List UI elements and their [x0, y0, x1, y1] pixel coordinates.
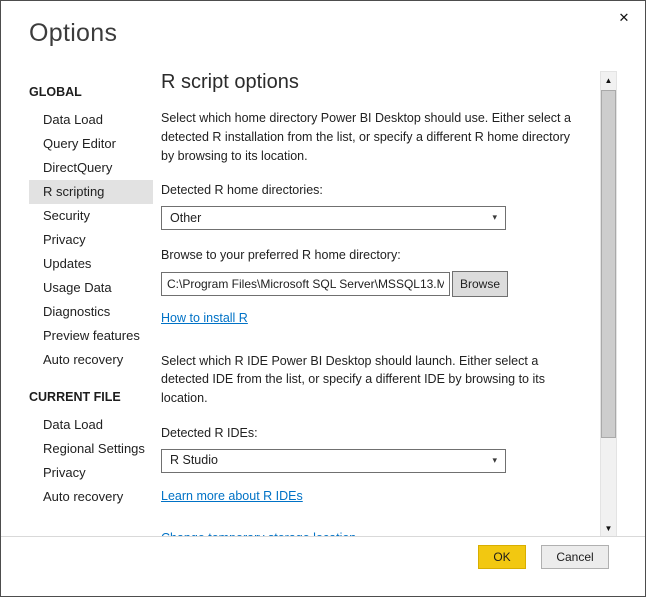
panel-heading: R script options [161, 67, 597, 97]
sidebar-section-current-file: CURRENT FILE [29, 390, 153, 404]
r-ide-dropdown[interactable]: R Studio ▾ [161, 449, 506, 473]
sidebar-item-diagnostics[interactable]: Diagnostics [29, 300, 153, 324]
sidebar-item-preview-features[interactable]: Preview features [29, 324, 153, 348]
detected-r-ides-label: Detected R IDEs: [161, 424, 597, 443]
close-icon[interactable]: ✕ [615, 9, 633, 27]
sidebar-item-updates[interactable]: Updates [29, 252, 153, 276]
scrollbar-thumb[interactable] [601, 90, 616, 438]
chevron-down-icon: ▾ [492, 454, 497, 468]
dialog-footer: OK Cancel [1, 536, 645, 596]
ide-intro-text: Select which R IDE Power BI Desktop shou… [161, 352, 585, 408]
browse-directory-label: Browse to your preferred R home director… [161, 246, 597, 265]
sidebar: GLOBAL Data Load Query Editor DirectQuer… [29, 85, 153, 509]
r-home-directory-input[interactable] [161, 272, 450, 296]
sidebar-item-query-editor[interactable]: Query Editor [29, 132, 153, 156]
sidebar-item-directquery[interactable]: DirectQuery [29, 156, 153, 180]
sidebar-item-privacy[interactable]: Privacy [29, 228, 153, 252]
browse-button[interactable]: Browse [452, 271, 508, 297]
options-dialog: Options ✕ GLOBAL Data Load Query Editor … [0, 0, 646, 597]
sidebar-item-regional-settings[interactable]: Regional Settings [29, 437, 153, 461]
how-to-install-r-link[interactable]: How to install R [161, 309, 248, 328]
cancel-button[interactable]: Cancel [541, 545, 609, 569]
sidebar-section-gap [29, 372, 153, 390]
sidebar-item-usage-data[interactable]: Usage Data [29, 276, 153, 300]
home-directories-selected-value: Other [170, 209, 201, 228]
sidebar-section-global: GLOBAL [29, 85, 153, 99]
learn-more-r-ides-link[interactable]: Learn more about R IDEs [161, 487, 303, 506]
r-ide-selected-value: R Studio [170, 451, 218, 470]
sidebar-item-file-auto-recovery[interactable]: Auto recovery [29, 485, 153, 509]
sidebar-item-security[interactable]: Security [29, 204, 153, 228]
home-directory-intro-text: Select which home directory Power BI Des… [161, 109, 585, 165]
sidebar-item-r-scripting[interactable]: R scripting [29, 180, 153, 204]
r-script-options-panel: R script options Select which home direc… [161, 67, 597, 538]
vertical-scrollbar[interactable]: ▲ ▼ [600, 71, 617, 538]
chevron-down-icon: ▾ [492, 211, 497, 225]
home-directories-dropdown[interactable]: Other ▾ [161, 206, 506, 230]
sidebar-item-data-load[interactable]: Data Load [29, 108, 153, 132]
home-directories-label: Detected R home directories: [161, 181, 597, 200]
scroll-down-icon[interactable]: ▼ [601, 520, 616, 537]
ok-button[interactable]: OK [478, 545, 526, 569]
scroll-up-icon[interactable]: ▲ [601, 72, 616, 89]
browse-row: Browse [161, 271, 597, 297]
sidebar-item-file-privacy[interactable]: Privacy [29, 461, 153, 485]
sidebar-item-auto-recovery[interactable]: Auto recovery [29, 348, 153, 372]
page-title: Options [29, 19, 117, 48]
sidebar-item-file-data-load[interactable]: Data Load [29, 413, 153, 437]
